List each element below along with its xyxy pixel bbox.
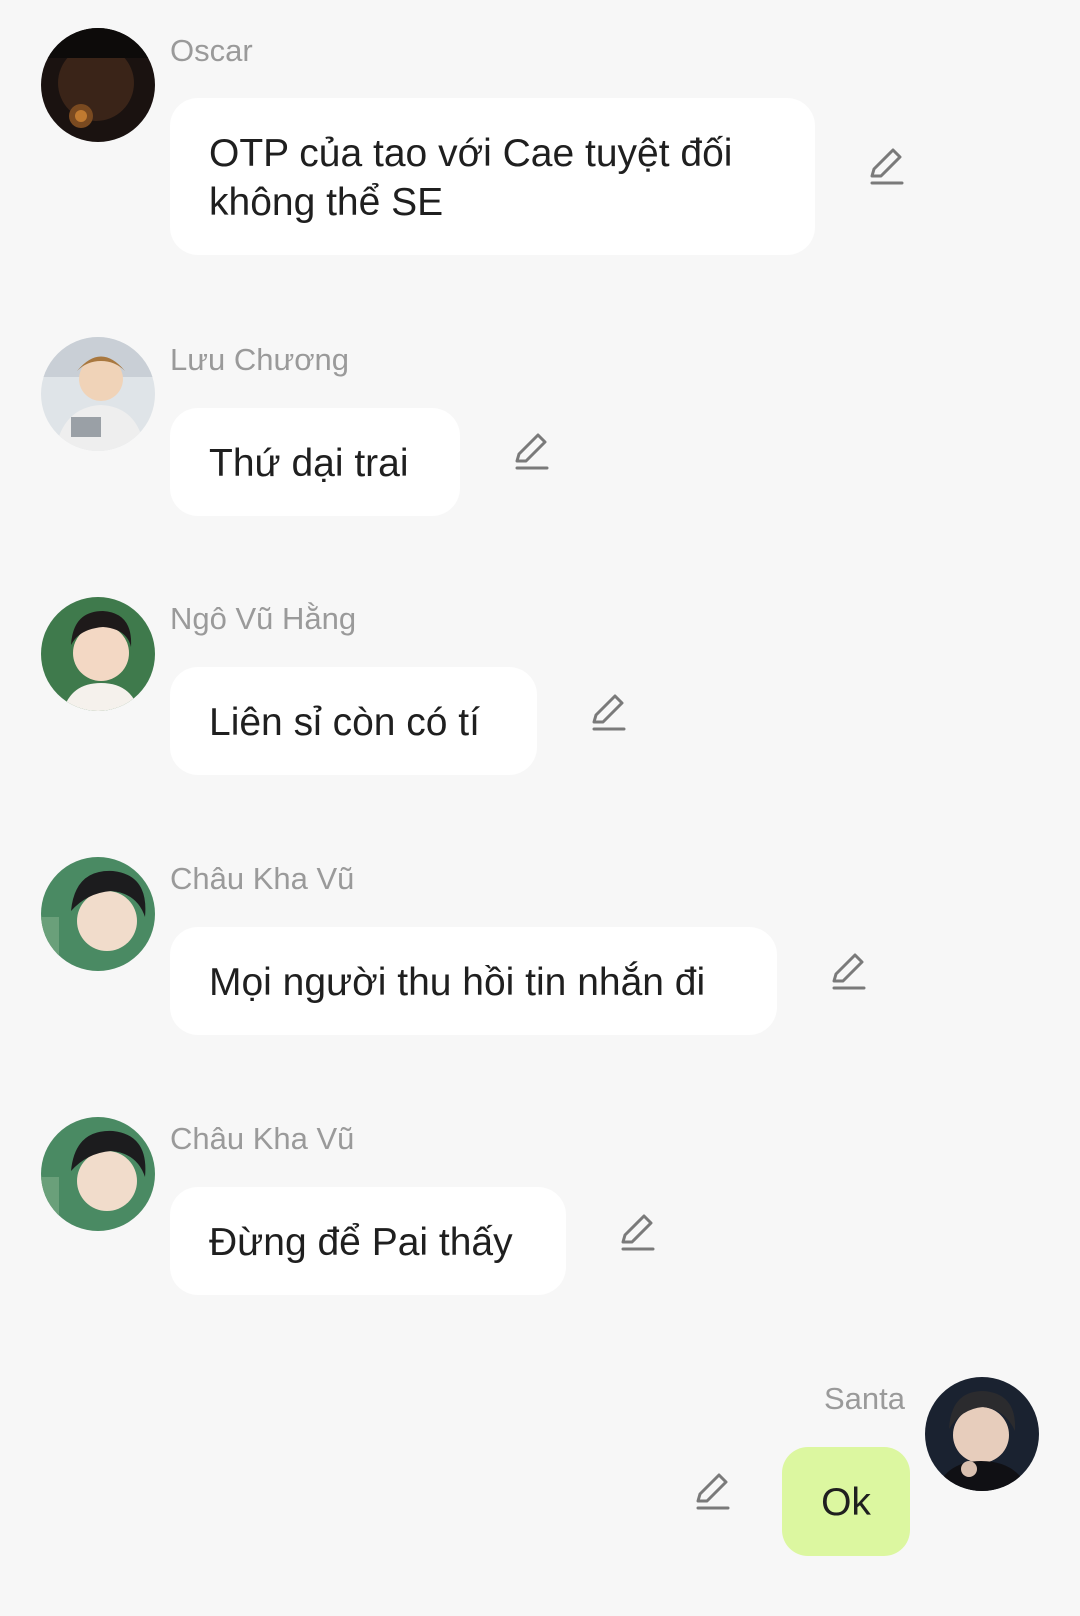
pencil-edit-icon[interactable] — [586, 689, 630, 733]
message-bubble[interactable]: Mọi người thu hồi tin nhắn đi — [170, 927, 777, 1035]
pencil-edit-icon[interactable] — [826, 948, 870, 992]
avatar-chau-kha-vu[interactable] — [41, 1117, 155, 1231]
avatar-image — [41, 857, 155, 971]
sender-name: Ngô Vũ Hằng — [170, 601, 357, 636]
avatar-image — [41, 28, 155, 142]
message-bubble-own[interactable]: Ok — [782, 1447, 910, 1556]
avatar-chau-kha-vu[interactable] — [41, 857, 155, 971]
pencil-edit-icon[interactable] — [690, 1468, 734, 1512]
sender-name: Châu Kha Vũ — [170, 1121, 355, 1156]
message-bubble[interactable]: OTP của tao với Cae tuyệt đối không thể … — [170, 98, 815, 255]
avatar-luu-chuong[interactable] — [41, 337, 155, 451]
pencil-edit-icon[interactable] — [864, 143, 908, 187]
message-bubble[interactable]: Liên sỉ còn có tí — [170, 667, 537, 775]
avatar-oscar[interactable] — [41, 28, 155, 142]
avatar-santa[interactable] — [925, 1377, 1039, 1491]
message-bubble[interactable]: Đừng để Pai thấy — [170, 1187, 566, 1295]
avatar-image — [41, 1117, 155, 1231]
avatar-image — [41, 337, 155, 451]
sender-name: Châu Kha Vũ — [170, 861, 355, 896]
sender-name: Santa — [824, 1381, 906, 1416]
avatar-ngo-vu-hang[interactable] — [41, 597, 155, 711]
sender-name: Lưu Chương — [170, 342, 350, 377]
avatar-image — [41, 597, 155, 711]
sender-name: Oscar — [170, 33, 253, 68]
pencil-edit-icon[interactable] — [615, 1209, 659, 1253]
avatar-image — [925, 1377, 1039, 1491]
pencil-edit-icon[interactable] — [509, 428, 553, 472]
message-bubble[interactable]: Thứ dại trai — [170, 408, 460, 516]
